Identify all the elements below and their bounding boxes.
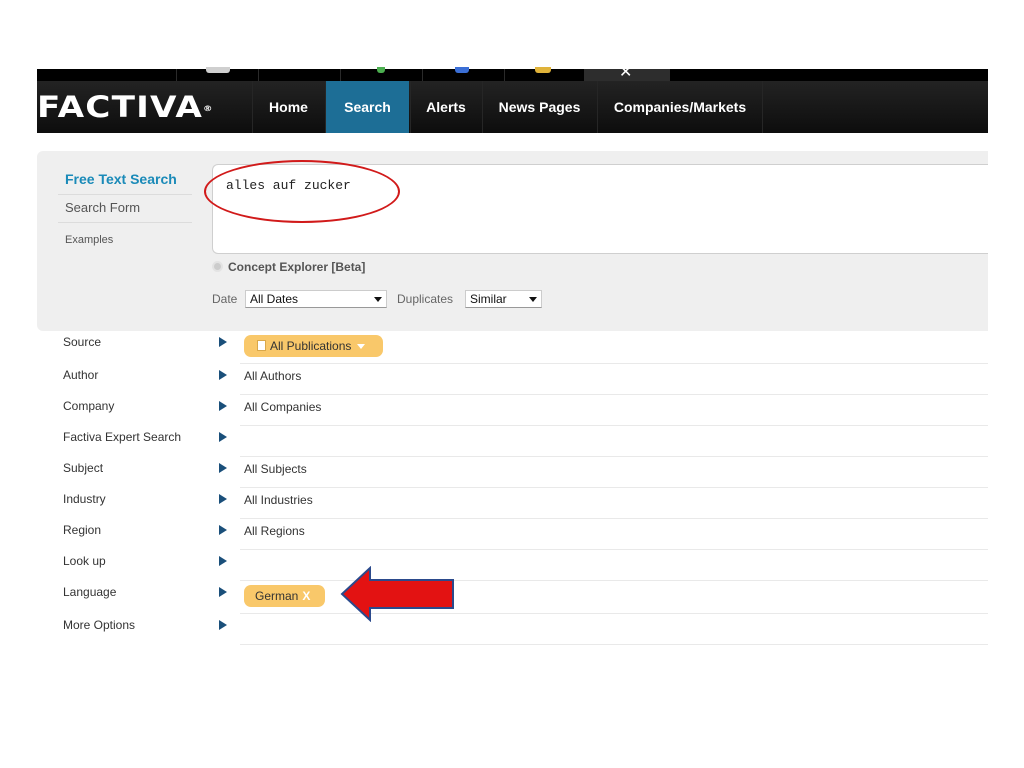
tab-thumbnail-icon	[455, 67, 469, 73]
language-german-pill[interactable]: German X	[244, 585, 325, 607]
duplicates-label: Duplicates	[397, 292, 454, 306]
browser-tab-strip: ✕	[37, 62, 988, 81]
tab-thumbnail-icon	[377, 67, 385, 73]
date-select[interactable]: All Dates	[245, 290, 387, 308]
industry-value: All Industries	[244, 493, 313, 507]
expand-arrow-icon[interactable]	[219, 463, 227, 473]
free-text-search-link[interactable]: Free Text Search	[65, 171, 177, 187]
filter-source-label[interactable]: Source	[63, 335, 101, 349]
expand-arrow-icon[interactable]	[219, 556, 227, 566]
divider	[240, 456, 988, 457]
date-select-value: All Dates	[250, 292, 299, 306]
divider	[240, 518, 988, 519]
tab-strip-slot[interactable]	[504, 67, 584, 81]
close-icon[interactable]: ✕	[619, 62, 632, 81]
expand-arrow-icon[interactable]	[219, 337, 227, 347]
tab-strip-slot[interactable]	[176, 67, 258, 81]
tab-strip-slot[interactable]	[258, 69, 340, 81]
expand-arrow-icon[interactable]	[219, 370, 227, 380]
author-value: All Authors	[244, 369, 302, 383]
region-value: All Regions	[244, 524, 305, 538]
filter-factiva-expert-search-label[interactable]: Factiva Expert Search	[63, 430, 181, 444]
document-icon	[257, 340, 266, 351]
radio-icon	[212, 261, 223, 272]
concept-explorer-toggle[interactable]: Concept Explorer [Beta]	[212, 260, 365, 274]
examples-link[interactable]: Examples	[65, 234, 113, 246]
filter-region-label[interactable]: Region	[63, 523, 101, 537]
nav-news-pages[interactable]: News Pages	[482, 81, 596, 133]
chevron-down-icon	[374, 297, 382, 302]
filter-language-label[interactable]: Language	[63, 585, 116, 599]
divider	[240, 394, 988, 395]
filter-look-up-label[interactable]: Look up	[63, 554, 106, 568]
filter-author-label[interactable]: Author	[63, 368, 98, 382]
divider	[240, 487, 988, 488]
nav-home[interactable]: Home	[252, 81, 324, 133]
duplicates-select-value: Similar	[470, 292, 507, 306]
tab-thumbnail-icon	[535, 67, 551, 73]
search-query-text: alles auf zucker	[226, 178, 351, 193]
expand-arrow-icon[interactable]	[219, 525, 227, 535]
expand-arrow-icon[interactable]	[219, 587, 227, 597]
divider	[58, 194, 192, 195]
tab-strip-slot[interactable]	[422, 67, 504, 81]
main-nav: FACTIVA® Home Search Alerts News Pages C…	[37, 81, 988, 133]
source-all-publications-pill[interactable]: All Publications	[244, 335, 383, 357]
expand-arrow-icon[interactable]	[219, 494, 227, 504]
language-value: German	[255, 589, 299, 603]
filter-more-options-label[interactable]: More Options	[63, 618, 135, 632]
filter-subject-label[interactable]: Subject	[63, 461, 103, 475]
divider	[240, 644, 988, 645]
concept-explorer-label: Concept Explorer [Beta]	[228, 260, 366, 274]
duplicates-select[interactable]: Similar	[465, 290, 542, 308]
expand-arrow-icon[interactable]	[219, 432, 227, 442]
subject-value: All Subjects	[244, 462, 307, 476]
factiva-logo[interactable]: FACTIVA®	[37, 92, 214, 122]
free-text-search-input[interactable]: alles auf zucker	[212, 164, 988, 254]
expand-arrow-icon[interactable]	[219, 620, 227, 630]
annotation-red-arrow	[340, 566, 454, 622]
filter-company-label[interactable]: Company	[63, 399, 114, 413]
chevron-down-icon[interactable]	[357, 344, 366, 349]
nav-search[interactable]: Search	[325, 81, 409, 133]
divider	[58, 222, 192, 223]
divider	[240, 549, 988, 550]
divider	[240, 425, 988, 426]
remove-icon[interactable]: X	[302, 589, 310, 603]
nav-alerts[interactable]: Alerts	[410, 81, 481, 133]
date-label: Date	[212, 292, 238, 306]
divider	[240, 363, 988, 364]
nav-companies-markets[interactable]: Companies/Markets	[597, 81, 763, 133]
tab-strip-slot[interactable]	[340, 67, 422, 81]
chevron-down-icon	[529, 297, 537, 302]
company-value: All Companies	[244, 400, 322, 414]
tab-thumbnail-icon	[206, 67, 230, 73]
expand-arrow-icon[interactable]	[219, 401, 227, 411]
search-form-link[interactable]: Search Form	[65, 200, 140, 215]
filter-industry-label[interactable]: Industry	[63, 492, 106, 506]
source-value: All Publications	[270, 339, 352, 353]
